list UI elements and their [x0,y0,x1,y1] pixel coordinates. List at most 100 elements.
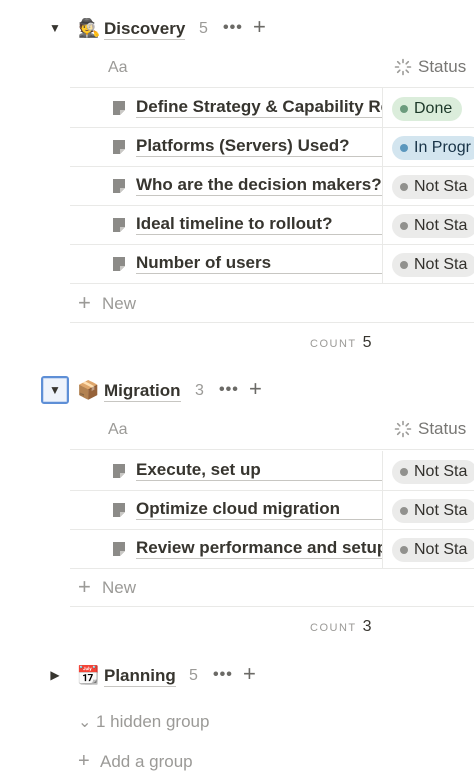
group-title[interactable]: Migration [104,381,181,402]
status-column-label: Status [418,57,467,76]
status-badge[interactable]: Not Sta [392,253,474,277]
add-group-button[interactable]: + Add a group [78,750,193,773]
package-emoji-icon: 📦 [77,380,100,400]
group-title[interactable]: Planning [104,666,176,687]
more-options-icon[interactable]: ••• [213,666,233,684]
status-dot-icon [400,183,408,191]
status-column-label: Status [418,419,467,438]
hidden-groups-toggle[interactable]: ⌄ 1 hidden group [78,712,209,732]
table-row[interactable]: Review performance and setup Not Sta [70,529,474,569]
add-group-label: Add a group [100,752,193,771]
row-title[interactable]: Define Strategy & Capability Re [136,97,382,118]
plus-icon: + [78,750,90,772]
table-row[interactable]: Define Strategy & Capability Re Done [70,88,474,128]
status-badge[interactable]: Not Sta [392,538,474,562]
row-title[interactable]: Optimize cloud migration [136,499,382,520]
status-column-header[interactable]: Status [394,57,466,77]
page-icon [113,503,125,517]
cell-divider [382,451,383,490]
page-icon [113,101,125,115]
group-title[interactable]: Discovery [104,19,186,40]
status-dot-icon [400,222,408,230]
group-count: 3 [195,382,204,399]
row-title[interactable]: Who are the decision makers? [136,175,382,196]
table-row[interactable]: Execute, set up Not Sta [70,451,474,491]
status-label: Not Sta [414,217,468,234]
cell-divider [382,88,383,127]
cell-divider [382,244,383,283]
cell-divider [382,166,383,205]
row-title[interactable]: Review performance and setup [136,538,382,559]
count-value: 3 [362,618,372,635]
page-icon [113,542,125,556]
more-options-icon[interactable]: ••• [219,381,239,399]
count-summary[interactable]: COUNT 3 [310,618,372,636]
cell-divider [382,127,383,166]
cell-divider [382,490,383,529]
status-badge[interactable]: Not Sta [392,175,474,199]
status-badge[interactable]: Done [392,97,463,121]
column-header-row: Aa Status [70,49,474,88]
page-icon [113,218,125,232]
status-spinner-icon [394,420,412,438]
row-title[interactable]: Platforms (Servers) Used? [136,136,382,157]
status-label: Not Sta [414,256,468,273]
table-row[interactable]: Number of users Not Sta [70,244,474,284]
status-dot-icon [400,261,408,269]
row-title[interactable]: Ideal timeline to rollout? [136,214,382,235]
status-badge[interactable]: Not Sta [392,499,474,523]
count-summary[interactable]: COUNT 5 [310,334,372,352]
page-icon [113,464,125,478]
status-label: Done [414,100,453,117]
add-item-icon[interactable]: + [253,16,266,38]
new-row-button[interactable]: + New [70,284,474,323]
toggle-open-icon[interactable]: ▼ [42,15,68,41]
status-label: In Progr [414,139,471,156]
plus-icon: + [78,574,91,599]
table-row[interactable]: Who are the decision makers? Not Sta [70,166,474,206]
count-label: COUNT [310,338,357,350]
calendar-emoji-icon: 📆 [77,665,100,685]
chevron-down-icon: ⌄ [78,714,92,731]
status-spinner-icon [394,58,412,76]
title-column-icon[interactable]: Aa [108,421,128,439]
status-dot-icon [400,507,408,515]
status-column-header[interactable]: Status [394,419,466,439]
cell-divider [382,529,383,568]
status-label: Not Sta [414,463,468,480]
toggle-closed-icon[interactable]: ▶ [42,662,68,688]
new-row-label: New [102,294,137,313]
table-row[interactable]: Platforms (Servers) Used? In Progr [70,127,474,167]
group-count: 5 [199,20,208,37]
page-icon [113,257,125,271]
status-dot-icon [400,105,408,113]
status-badge[interactable]: Not Sta [392,460,474,484]
count-label: COUNT [310,622,357,634]
add-item-icon[interactable]: + [249,378,262,400]
cell-divider [382,205,383,244]
row-title[interactable]: Execute, set up [136,460,382,481]
status-badge[interactable]: In Progr [392,136,474,160]
plus-icon: + [78,290,91,315]
count-value: 5 [362,334,372,351]
table-row[interactable]: Ideal timeline to rollout? Not Sta [70,205,474,245]
status-badge[interactable]: Not Sta [392,214,474,238]
hidden-groups-label: 1 hidden group [96,712,210,731]
more-options-icon[interactable]: ••• [223,19,243,37]
group-header-migration: ▼ 📦 Migration 3 ••• + [0,372,474,408]
table-row[interactable]: Optimize cloud migration Not Sta [70,490,474,530]
row-title[interactable]: Number of users [136,253,382,274]
add-item-icon[interactable]: + [243,663,256,685]
status-dot-icon [400,144,408,152]
group-header-planning: ▶ 📆 Planning 5 ••• + [0,657,474,693]
toggle-open-icon[interactable]: ▼ [41,376,69,404]
group-count: 5 [189,667,198,684]
status-dot-icon [400,546,408,554]
title-column-icon[interactable]: Aa [108,59,128,77]
status-label: Not Sta [414,502,468,519]
page-icon [113,140,125,154]
status-label: Not Sta [414,541,468,558]
status-dot-icon [400,468,408,476]
detective-emoji-icon: 🕵️ [78,18,101,38]
new-row-button[interactable]: + New [70,568,474,607]
